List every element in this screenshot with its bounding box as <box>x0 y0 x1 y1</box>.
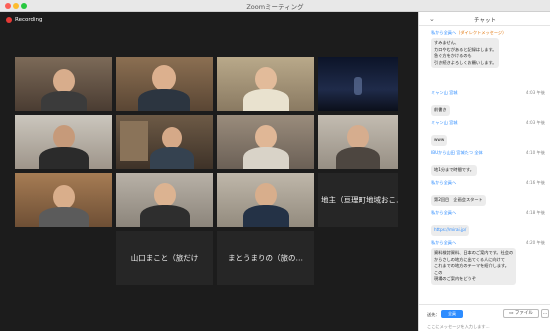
message-text: 前書き <box>431 105 450 116</box>
message-recipient: （ダイレクトメッセージ） <box>456 30 507 35</box>
video-tile[interactable] <box>15 57 112 111</box>
chat-message: 私から全員へ 4:18 午後 https://mirai.jp/ <box>431 210 545 236</box>
message-time: 4:03 午後 <box>525 90 545 95</box>
chat-message: 私から全員へ（ダイレクトメッセージ） すみません、 カロやむがあると記録はします… <box>431 30 545 69</box>
file-button[interactable]: ▭ ファイル <box>503 309 539 318</box>
message-time: 4:18 午後 <box>525 210 545 215</box>
participant-name-tile[interactable]: 地主（亘理町地域おこ… <box>318 173 398 227</box>
message-text: 地1分まで時間です。 <box>431 165 477 176</box>
chat-message: IBUから山田 宮城たつ 全体 4:10 午後 地1分まで時間です。 <box>431 150 545 176</box>
message-sender: IBUから山田 宮城たつ 全体 <box>431 150 483 155</box>
recording-indicator: Recording <box>6 17 43 23</box>
video-tile[interactable] <box>318 57 398 111</box>
message-time: 4:03 午後 <box>525 120 545 125</box>
chat-panel: ⌄ チャット 私から全員へ（ダイレクトメッセージ） すみません、 カロやむがある… <box>418 12 550 331</box>
chat-message-list[interactable]: 私から全員へ（ダイレクトメッセージ） すみません、 カロやむがあると記録はします… <box>419 28 550 303</box>
chat-message: 私から全員へ 4:20 午後 資料検討資料、日本のご案内です。社会の からさしの地… <box>431 240 545 285</box>
file-button-label: ファイル <box>514 311 533 316</box>
message-text: 資料検討資料、日本のご案内です。社会の からさしの地方に出てくる人に向けて これ… <box>431 248 517 285</box>
video-tile[interactable] <box>116 57 213 111</box>
chat-footer: 送先： 全員 ▭ ファイル … <box>419 304 550 331</box>
chat-header: ⌄ チャット <box>419 12 550 26</box>
video-tile[interactable] <box>217 115 314 169</box>
video-gallery: Recording 地主（亘理町地域おこ… 山口まこと（旅だけ まとうまりの（旅… <box>0 12 418 331</box>
message-sender: ミャン山 宮城 <box>431 90 458 95</box>
message-time: 4:10 午後 <box>525 150 545 155</box>
message-link[interactable]: https://mirai.jp/ <box>431 225 470 236</box>
video-tile[interactable] <box>15 115 112 169</box>
recording-dot-icon <box>6 17 12 23</box>
participant-name-tile[interactable]: 山口まこと（旅だけ <box>116 231 213 285</box>
zoom-window: Zoomミーティング Recording 地主（亘理町地域おこ… 山口まこと（旅… <box>0 0 550 331</box>
video-tile[interactable] <box>15 173 112 227</box>
video-tile[interactable] <box>217 173 314 227</box>
message-sender: 私から全員へ <box>431 240 457 245</box>
send-to-label: 送先： <box>427 312 440 317</box>
participant-name-tile[interactable]: まとうまりの（旅の… <box>217 231 314 285</box>
message-text: すみません、 カロやむがあると記録はします。 急ぐ方をかけるのも 引き続きよろし… <box>431 38 500 69</box>
participant-name: 地主（亘理町地域おこ… <box>321 195 398 205</box>
chat-message: ミャン山 宮城 4:03 午後 www <box>431 120 545 146</box>
message-sender: 私から全員へ <box>431 180 457 185</box>
video-tile[interactable] <box>318 115 398 169</box>
recording-label: Recording <box>15 17 43 23</box>
message-sender: 私から全員へ <box>431 210 457 215</box>
chat-message: ミャン山 宮城 4:03 午後 前書き <box>431 90 545 116</box>
chat-message-input[interactable] <box>427 322 545 330</box>
message-time: 4:20 午後 <box>525 240 545 245</box>
recipient-select[interactable]: 全員 <box>441 310 463 318</box>
video-tile[interactable] <box>116 173 213 227</box>
participant-name: 山口まこと（旅だけ <box>130 253 199 263</box>
message-time: 4:16 午後 <box>525 180 545 185</box>
chat-message: 私から全員へ 4:16 午後 第2回目 企画会スタート <box>431 180 545 206</box>
more-options-button[interactable]: … <box>541 309 549 318</box>
video-tile-active-speaker[interactable] <box>217 57 314 111</box>
window-title: Zoomミーティング <box>246 3 304 11</box>
message-text: 第2回目 企画会スタート <box>431 195 486 206</box>
title-bar: Zoomミーティング <box>0 0 550 12</box>
message-sender: ミャン山 宮城 <box>431 120 458 125</box>
participant-name: まとうまりの（旅の… <box>228 253 303 263</box>
message-sender: 私から全員へ <box>431 30 457 35</box>
chat-title: チャット <box>474 18 496 24</box>
video-tile[interactable] <box>116 115 213 169</box>
file-icon: ▭ <box>509 311 514 316</box>
message-text: www <box>431 135 448 146</box>
